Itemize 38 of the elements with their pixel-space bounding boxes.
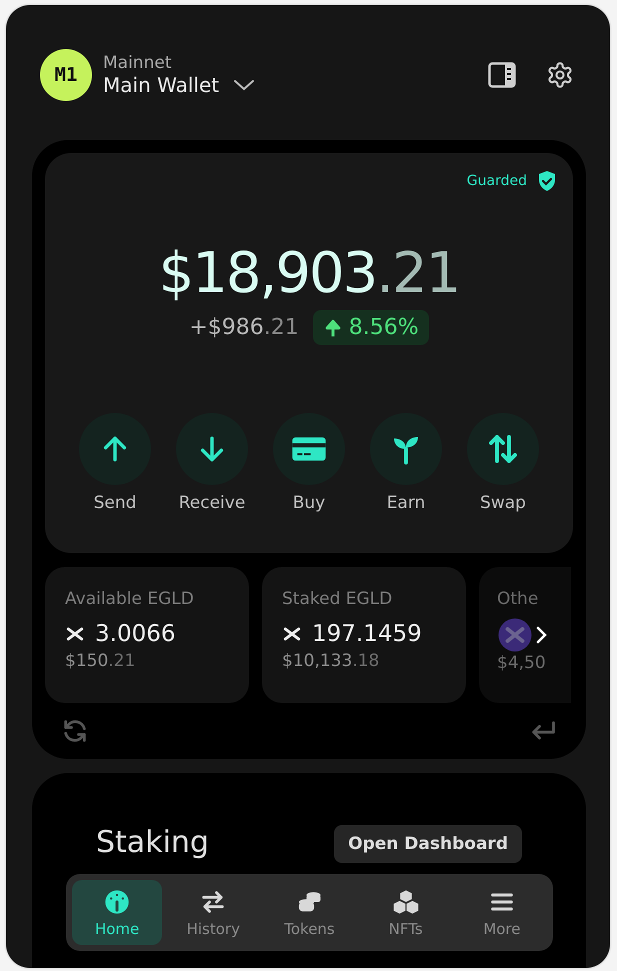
nav-tab[interactable]: NFTs [360, 880, 451, 945]
asset-amount: 3.0066 [95, 621, 176, 647]
asset-card[interactable]: Available EGLD 3.0066 $150.21 [45, 567, 249, 703]
panel-toggle-button[interactable] [488, 62, 516, 88]
action-label: Send [94, 493, 136, 513]
action-label: Receive [178, 493, 246, 513]
chevron-down-icon[interactable] [233, 78, 256, 92]
action-label: Earn [386, 493, 426, 513]
asset-value: $4,50 [497, 653, 547, 673]
asset-value: $10,133.18 [282, 651, 380, 671]
percent-change: 8.56% [348, 315, 419, 340]
chevron-right-icon[interactable] [535, 625, 549, 645]
asset-amount: 197.1459 [312, 621, 422, 647]
asset-value: $150.21 [65, 651, 136, 671]
network-label: Mainnet [103, 53, 172, 73]
open-dashboard-button[interactable]: Open Dashboard [334, 825, 522, 863]
nav-tab[interactable]: Home [72, 880, 162, 945]
total-balance: $18,903.21 [158, 241, 460, 306]
wallet-name[interactable]: Main Wallet [103, 73, 220, 97]
staking-title: Staking [96, 825, 209, 860]
action-label: Buy [292, 493, 326, 513]
nav-tab[interactable]: History [168, 880, 258, 945]
cubes-icon [392, 888, 420, 916]
guarded-label: Guarded [466, 173, 527, 189]
nav-tab[interactable]: Tokens [264, 880, 355, 945]
wallet-avatar[interactable]: M1 [40, 49, 92, 101]
asset-title: Othe [497, 589, 540, 609]
asset-card[interactable]: Othe $4,50 [479, 567, 571, 703]
gauge-icon [103, 888, 132, 916]
nav-tab[interactable]: More [456, 880, 548, 945]
asset-title: Available EGLD [65, 589, 195, 609]
token-icon [497, 617, 533, 653]
arrow-up-icon [322, 318, 343, 338]
asset-title: Staked EGLD [282, 589, 394, 609]
settings-button[interactable] [546, 61, 574, 89]
balance-change: +$986.21 [189, 315, 299, 340]
asset-card[interactable]: Staked EGLD 197.1459 $10,133.18 [262, 567, 466, 703]
action-label: Swap [480, 493, 526, 513]
